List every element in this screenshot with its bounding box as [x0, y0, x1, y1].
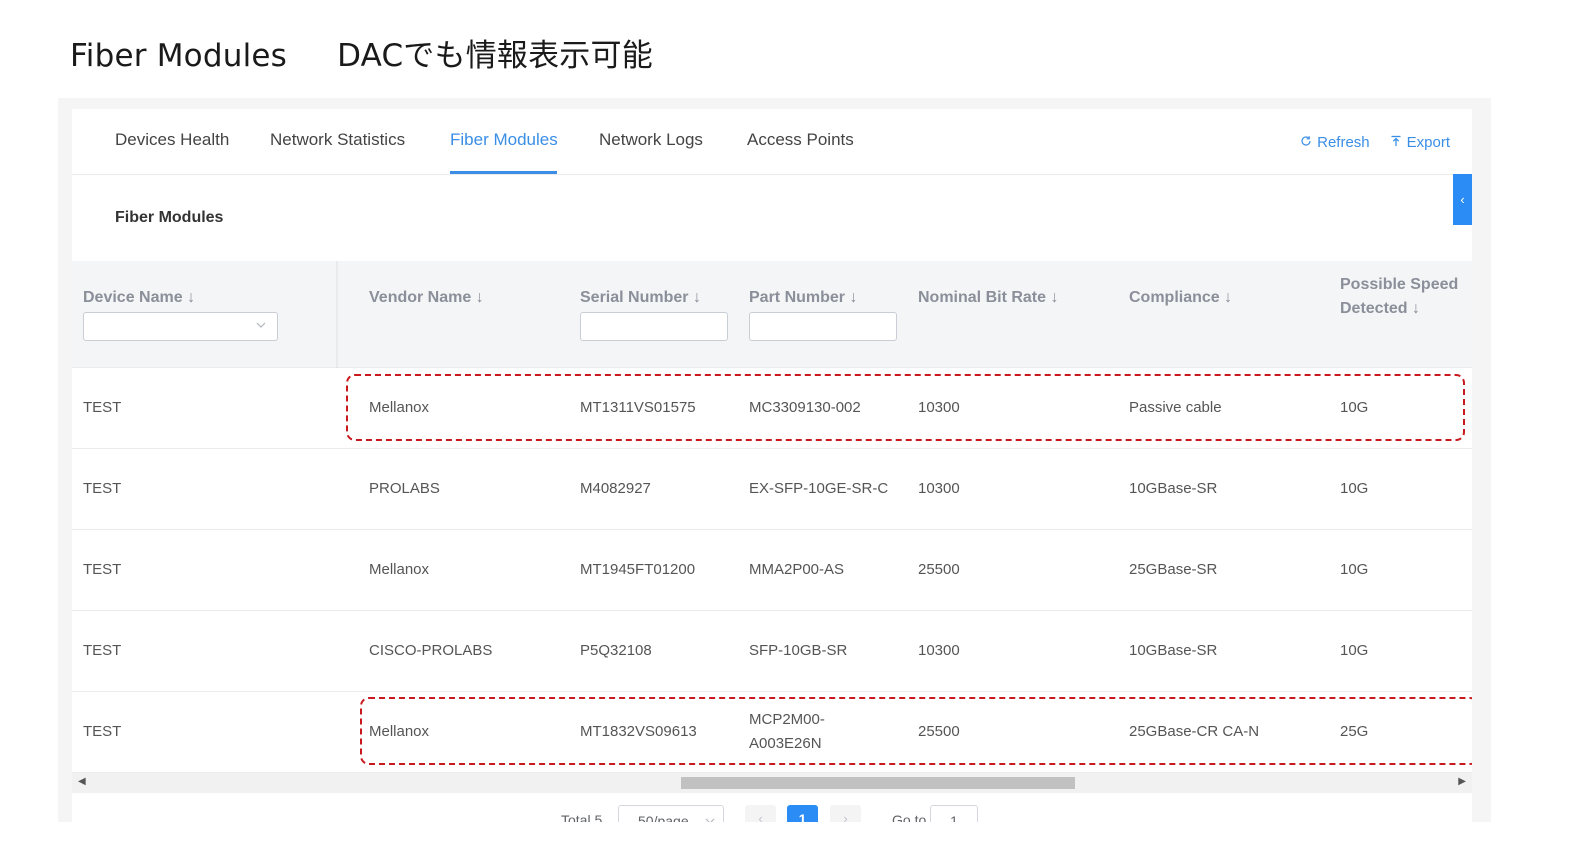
cell-vendor-name: Mellanox: [369, 723, 430, 740]
export-button[interactable]: Export: [1390, 134, 1450, 151]
active-tab-indicator: [450, 171, 557, 174]
tab-network-logs[interactable]: Network Logs: [599, 130, 703, 150]
column-header-part-number[interactable]: Part Number ↓: [749, 286, 857, 310]
cell-possible-speed: 10G: [1340, 399, 1369, 416]
table-row: TEST Mellanox MT1311VS01575 MC3309130-00…: [72, 368, 1472, 449]
cell-compliance: 10GBase-SR: [1129, 480, 1218, 497]
tab-devices-health[interactable]: Devices Health: [115, 130, 229, 150]
goto-label: Go to: [892, 812, 927, 822]
cell-part-number: SFP-10GB-SR: [749, 642, 848, 659]
next-page-button[interactable]: ›: [830, 805, 861, 822]
chevron-right-icon: ›: [843, 811, 848, 822]
cell-vendor-name: PROLABS: [369, 480, 440, 497]
slide-title-sub: DACでも情報表示可能: [337, 38, 653, 74]
sort-arrow-icon: ↓: [1412, 300, 1421, 317]
collapse-panel-button[interactable]: ‹: [1453, 174, 1472, 225]
tab-fiber-modules[interactable]: Fiber Modules: [450, 130, 558, 150]
cell-device-name: TEST: [83, 399, 122, 416]
column-header-serial-number[interactable]: Serial Number ↓: [580, 286, 701, 310]
pagination-total: Total 5: [561, 812, 603, 822]
tab-bar: Devices Health Network Statistics Fiber …: [72, 109, 1472, 175]
sort-arrow-icon: ↓: [1050, 289, 1059, 306]
cell-possible-speed: 10G: [1340, 480, 1369, 497]
slide-title-main: Fiber Modules: [70, 38, 288, 74]
tab-access-points[interactable]: Access Points: [747, 130, 854, 150]
cell-possible-speed: 10G: [1340, 561, 1369, 578]
cell-serial-number: MT1945FT01200: [580, 561, 696, 578]
cell-part-number: MCP2M00- A003E26N: [749, 711, 825, 752]
cell-compliance: 10GBase-SR: [1129, 642, 1218, 659]
refresh-button[interactable]: Refresh: [1300, 134, 1370, 151]
scroll-left-arrow-icon[interactable]: ◀: [78, 776, 86, 787]
scroll-right-arrow-icon[interactable]: ▶: [1458, 776, 1466, 787]
cell-device-name: TEST: [83, 480, 122, 497]
column-header-vendor-name[interactable]: Vendor Name ↓: [369, 286, 484, 310]
refresh-icon: [1300, 134, 1312, 151]
cell-vendor-name: CISCO-PROLABS: [369, 642, 493, 659]
column-header-device-name[interactable]: Device Name ↓: [83, 286, 195, 310]
cell-compliance: 25GBase-SR: [1129, 561, 1218, 578]
cell-part-number: MC3309130-002: [749, 399, 861, 416]
sort-arrow-icon: ↓: [1224, 289, 1233, 306]
pagination: Total 5 50/page ‹ 1 › Go to 1: [72, 802, 1472, 822]
cell-part-number: EX-SFP-10GE-SR-C: [749, 480, 889, 497]
cell-serial-number: P5Q32108: [580, 642, 652, 659]
prev-page-button[interactable]: ‹: [745, 805, 776, 822]
scrollbar-thumb[interactable]: [681, 777, 1075, 789]
cell-nominal-bit-rate: 10300: [918, 642, 960, 659]
chevron-down-icon: [256, 322, 266, 328]
cell-nominal-bit-rate: 10300: [918, 480, 960, 497]
part-number-filter-input[interactable]: [749, 312, 897, 341]
section-title: Fiber Modules: [115, 209, 224, 226]
table-row: TEST PROLABS M4082927 EX-SFP-10GE-SR-C 1…: [72, 449, 1472, 530]
cell-serial-number: MT1832VS09613: [580, 723, 697, 740]
sort-arrow-icon: ↓: [849, 289, 858, 306]
cell-vendor-name: Mellanox: [369, 561, 430, 578]
cell-device-name: TEST: [83, 723, 122, 740]
chevron-down-icon: [705, 818, 715, 822]
goto-page-input[interactable]: 1: [930, 805, 978, 822]
table-row: TEST Mellanox MT1945FT01200 MMA2P00-AS 2…: [72, 530, 1472, 611]
cell-compliance: Passive cable: [1129, 399, 1222, 416]
cell-possible-speed: 25G: [1340, 723, 1369, 740]
fixed-column-shadow: [336, 261, 339, 368]
horizontal-scrollbar[interactable]: ◀ ▶: [72, 773, 1472, 793]
cell-nominal-bit-rate: 25500: [918, 561, 960, 578]
sort-arrow-icon: ↓: [475, 289, 484, 306]
tab-network-statistics[interactable]: Network Statistics: [270, 130, 405, 150]
slide-title: Fiber Modules DACでも情報表示可能: [70, 30, 653, 75]
column-header-possible-speed-detected[interactable]: Possible Speed Detected ↓: [1340, 273, 1458, 321]
table-row: TEST CISCO-PROLABS P5Q32108 SFP-10GB-SR …: [72, 611, 1472, 692]
cell-vendor-name: Mellanox: [369, 399, 430, 416]
sort-arrow-icon: ↓: [187, 289, 196, 306]
cell-device-name: TEST: [83, 561, 122, 578]
serial-number-filter-input[interactable]: [580, 312, 728, 341]
fiber-modules-panel: Devices Health Network Statistics Fiber …: [72, 109, 1472, 822]
cell-compliance: 25GBase-CR CA-N: [1129, 723, 1260, 740]
sort-arrow-icon: ↓: [692, 289, 701, 306]
cell-serial-number: MT1311VS01575: [580, 399, 696, 416]
cell-part-number: MMA2P00-AS: [749, 561, 845, 578]
cell-device-name: TEST: [83, 642, 122, 659]
toolbar-actions: Refresh Export: [1300, 134, 1450, 151]
chevron-left-icon: ‹: [1460, 192, 1465, 207]
table-row: TEST Mellanox MT1832VS09613 MCP2M00- A00…: [72, 692, 1472, 773]
export-icon: [1390, 134, 1402, 151]
chevron-left-icon: ‹: [758, 811, 763, 822]
cell-serial-number: M4082927: [580, 480, 651, 497]
cell-nominal-bit-rate: 25500: [918, 723, 960, 740]
page-size-select[interactable]: 50/page: [618, 805, 724, 822]
cell-nominal-bit-rate: 10300: [918, 399, 960, 416]
device-name-filter-select[interactable]: [83, 312, 278, 341]
column-header-compliance[interactable]: Compliance ↓: [1129, 286, 1232, 310]
page-number-current[interactable]: 1: [787, 805, 818, 822]
refresh-label: Refresh: [1317, 134, 1370, 151]
export-label: Export: [1406, 134, 1450, 151]
column-header-nominal-bit-rate[interactable]: Nominal Bit Rate ↓: [918, 286, 1058, 310]
cell-possible-speed: 10G: [1340, 642, 1369, 659]
